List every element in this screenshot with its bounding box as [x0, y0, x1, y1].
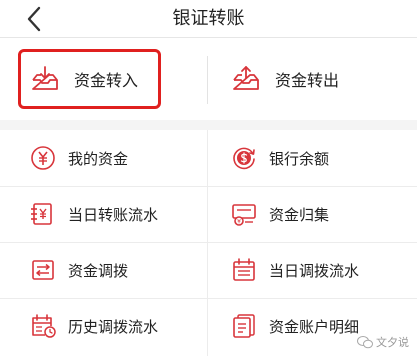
- transfer-out-label: 资金转出: [275, 71, 340, 90]
- menu-item-label: 资金调拨: [68, 261, 129, 280]
- calendar-list-icon: [233, 258, 255, 281]
- menu-grid: 我的资金 银行余额 当日转账流水 ¥ 资金归集 资金调拨 当日调拨流水 历史调拨…: [0, 130, 417, 356]
- dollar-refresh-icon: [233, 147, 255, 170]
- transfer-arrows-icon: [32, 260, 54, 280]
- yen-document-icon: [31, 203, 52, 225]
- menu-item-label: 资金账户明细: [269, 317, 360, 336]
- svg-text:¥: ¥: [237, 219, 241, 226]
- menu-item-label: 资金归集: [269, 205, 330, 224]
- menu-item-bank-balance[interactable]: 银行余额: [207, 130, 417, 186]
- menu-item-label: 当日调拨流水: [269, 261, 360, 280]
- transfer-out-button[interactable]: 资金转出: [207, 38, 417, 120]
- menu-item-label: 我的资金: [68, 149, 129, 168]
- ledger-icon: [233, 314, 255, 338]
- menu-item-label: 历史调拨流水: [68, 317, 159, 336]
- calendar-clock-icon: [32, 314, 56, 338]
- menu-item-fund-transfer[interactable]: 资金调拨: [0, 242, 207, 298]
- transfer-in-highlight-box: [18, 49, 161, 109]
- menu-item-label: 银行余额: [269, 149, 330, 168]
- menu-item-today-transfer-records[interactable]: 当日转账流水: [0, 186, 207, 242]
- menu-item-label: 当日转账流水: [68, 205, 159, 224]
- fund-collect-icon: ¥: [232, 204, 256, 226]
- menu-item-history-allocation-records[interactable]: 历史调拨流水: [0, 298, 207, 354]
- nav-header: 银证转账: [0, 0, 417, 38]
- watermark: 文夕说: [357, 334, 409, 350]
- watermark-text: 文夕说: [376, 336, 409, 349]
- menu-item-today-allocation-records[interactable]: 当日调拨流水: [207, 242, 417, 298]
- yen-circle-icon: [31, 146, 55, 170]
- page-title: 银证转账: [172, 8, 245, 29]
- menu-item-fund-collection[interactable]: ¥ 资金归集: [207, 186, 417, 242]
- tray-upload-icon: [233, 66, 259, 90]
- wechat-icon: [357, 336, 373, 349]
- menu-item-my-funds[interactable]: 我的资金: [0, 130, 207, 186]
